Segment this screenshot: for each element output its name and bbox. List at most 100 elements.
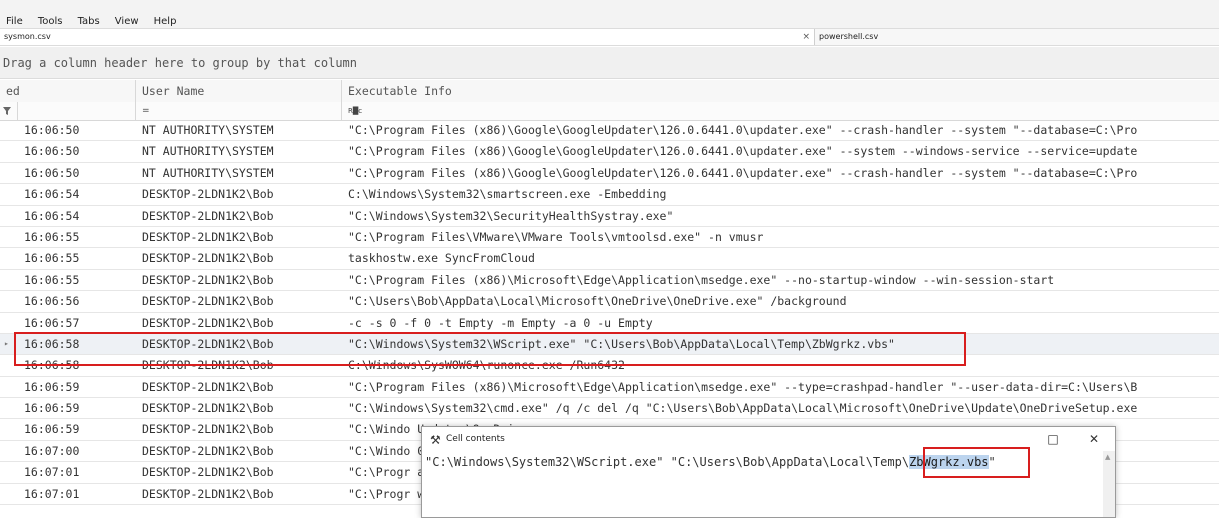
cell-time[interactable]: 16:06:50 [18,120,136,140]
row-marker [0,313,18,333]
row-marker [0,462,18,482]
table-row[interactable]: 16:06:55 DESKTOP-2LDN1K2\Bob taskhostw.exe… [0,248,1219,270]
selected-row-highlight-box [14,332,966,366]
cell-user-name[interactable]: DESKTOP-2LDN1K2\Bob [136,206,342,226]
cell-time[interactable]: 16:07:01 [18,484,136,504]
tab-strip: sysmon.csv × powershell.csv [0,28,1219,46]
cell-time[interactable]: 16:07:01 [18,462,136,482]
row-marker [0,141,18,161]
cell-user-name[interactable]: DESKTOP-2LDN1K2\Bob [136,227,342,247]
cell-time[interactable]: 16:06:59 [18,377,136,397]
row-marker [0,248,18,268]
cell-time[interactable]: 16:06:54 [18,206,136,226]
table-row[interactable]: 16:06:50 NT AUTHORITY\SYSTEM "C:\Program F… [0,163,1219,185]
cell-user-name[interactable]: DESKTOP-2LDN1K2\Bob [136,419,342,439]
cell-executable-info[interactable]: "C:\Users\Bob\AppData\Local\Microsoft\On… [342,291,1219,311]
cell-executable-info[interactable]: "C:\Program Files (x86)\Microsoft\Edge\A… [342,270,1219,290]
table-row[interactable]: 16:06:57 DESKTOP-2LDN1K2\Bob -c -s 0 -f 0… [0,313,1219,334]
cell-user-name[interactable]: DESKTOP-2LDN1K2\Bob [136,248,342,268]
cell-executable-info[interactable]: "C:\Windows\System32\cmd.exe" /q /c del … [342,398,1219,418]
cell-executable-info[interactable]: "C:\Program Files (x86)\Microsoft\Edge\A… [342,377,1219,397]
cell-time[interactable]: 16:06:55 [18,270,136,290]
cell-executable-info[interactable]: C:\Windows\System32\smartscreen.exe -Emb… [342,184,1219,204]
filter-cell-user-name[interactable]: = [136,102,342,120]
tab-powershell[interactable]: powershell.csv [815,29,1219,45]
table-row[interactable]: 16:06:55 DESKTOP-2LDN1K2\Bob "C:\Program F… [0,270,1219,292]
cell-user-name[interactable]: DESKTOP-2LDN1K2\Bob [136,184,342,204]
cell-time[interactable]: 16:06:57 [18,313,136,333]
table-row[interactable]: 16:06:55 DESKTOP-2LDN1K2\Bob "C:\Program F… [0,227,1219,249]
cell-user-name[interactable]: DESKTOP-2LDN1K2\Bob [136,484,342,504]
table-row[interactable]: 16:06:50 NT AUTHORITY\SYSTEM "C:\Program F… [0,120,1219,142]
table-row[interactable]: 16:06:59 DESKTOP-2LDN1K2\Bob "C:\Program F… [0,377,1219,399]
menu-file[interactable]: File [6,16,23,27]
dialog-scrollbar[interactable]: ▲ [1103,451,1115,517]
cell-time[interactable]: 16:06:54 [18,184,136,204]
cell-user-name[interactable]: DESKTOP-2LDN1K2\Bob [136,313,342,333]
cell-executable-info[interactable]: "C:\Program Files (x86)\Google\GoogleUpd… [342,141,1219,161]
cell-user-name[interactable]: DESKTOP-2LDN1K2\Bob [136,377,342,397]
menu-tools[interactable]: Tools [38,16,63,27]
cell-contents-icon: ⚒ [430,433,441,447]
table-row[interactable]: 16:06:54 DESKTOP-2LDN1K2\Bob "C:\Windows\S… [0,206,1219,227]
filename-highlight-box [923,447,1030,478]
row-marker [0,227,18,247]
column-header-executable-info[interactable]: Executable Info [342,80,1219,102]
group-hint-text: Drag a column header here to group by th… [3,56,358,70]
filter-row: = R█c [0,102,1219,121]
cell-time[interactable]: 16:06:55 [18,248,136,268]
row-marker [0,441,18,461]
row-marker [0,419,18,439]
column-header-time[interactable]: ed [0,80,136,102]
tab-sysmon[interactable]: sysmon.csv × [0,29,815,45]
row-marker [0,206,18,226]
cell-user-name[interactable]: DESKTOP-2LDN1K2\Bob [136,462,342,482]
cell-user-name[interactable]: DESKTOP-2LDN1K2\Bob [136,270,342,290]
cell-time[interactable]: 16:06:59 [18,398,136,418]
cell-executable-info[interactable]: "C:\Program Files (x86)\Google\GoogleUpd… [342,163,1219,183]
table-row[interactable]: 16:06:59 DESKTOP-2LDN1K2\Bob "C:\Windows\S… [0,398,1219,420]
cell-time[interactable]: 16:06:50 [18,163,136,183]
cell-user-name[interactable]: NT AUTHORITY\SYSTEM [136,120,342,140]
cell-user-name[interactable]: NT AUTHORITY\SYSTEM [136,163,342,183]
row-marker [0,398,18,418]
row-marker [0,291,18,311]
table-row[interactable]: 16:06:56 DESKTOP-2LDN1K2\Bob "C:\Users\Bob… [0,291,1219,313]
cell-time[interactable]: 16:06:55 [18,227,136,247]
cell-time[interactable]: 16:06:56 [18,291,136,311]
scroll-up-arrow-icon[interactable]: ▲ [1105,453,1110,461]
row-marker [0,163,18,183]
cell-time[interactable]: 16:06:50 [18,141,136,161]
cell-user-name[interactable]: DESKTOP-2LDN1K2\Bob [136,441,342,461]
filter-cell-executable-info[interactable]: R█c [342,102,1219,120]
menu-view[interactable]: View [115,16,139,27]
close-button[interactable]: ✕ [1084,430,1104,448]
cell-executable-info[interactable]: "C:\Program Files\VMware\VMware Tools\vm… [342,227,1219,247]
dialog-title: Cell contents [446,434,505,444]
cell-time[interactable]: 16:07:00 [18,441,136,461]
cell-executable-info[interactable]: "C:\Program Files (x86)\Google\GoogleUpd… [342,120,1219,140]
tab-close-icon[interactable]: × [802,29,810,45]
cell-executable-info[interactable]: "C:\Windows\System32\SecurityHealthSystr… [342,206,1219,226]
tab-label: sysmon.csv [4,32,51,41]
cell-text-prefix: "C:\Windows\System32\WScript.exe" "C:\Us… [425,455,910,469]
row-marker [0,377,18,397]
cell-user-name[interactable]: DESKTOP-2LDN1K2\Bob [136,398,342,418]
cell-time[interactable]: 16:06:59 [18,419,136,439]
table-row[interactable]: 16:06:54 DESKTOP-2LDN1K2\Bob C:\Windows\Sy… [0,184,1219,206]
cell-executable-info[interactable]: -c -s 0 -f 0 -t Empty -m Empty -a 0 -u E… [342,313,1219,333]
row-marker [0,270,18,290]
cell-user-name[interactable]: NT AUTHORITY\SYSTEM [136,141,342,161]
menu-tabs[interactable]: Tabs [78,16,100,27]
filter-cell-time[interactable] [18,102,136,120]
maximize-button[interactable]: □ [1043,430,1063,448]
cell-contents-text[interactable]: "C:\Windows\System32\WScript.exe" "C:\Us… [425,455,996,469]
table-row[interactable]: 16:06:50 NT AUTHORITY\SYSTEM "C:\Program F… [0,141,1219,163]
cell-executable-info[interactable]: taskhostw.exe SyncFromCloud [342,248,1219,268]
filter-icon[interactable] [0,102,18,120]
row-marker [0,120,18,140]
cell-user-name[interactable]: DESKTOP-2LDN1K2\Bob [136,291,342,311]
group-by-panel[interactable]: Drag a column header here to group by th… [0,47,1219,79]
column-header-user-name[interactable]: User Name [136,80,342,102]
menu-help[interactable]: Help [154,16,177,27]
